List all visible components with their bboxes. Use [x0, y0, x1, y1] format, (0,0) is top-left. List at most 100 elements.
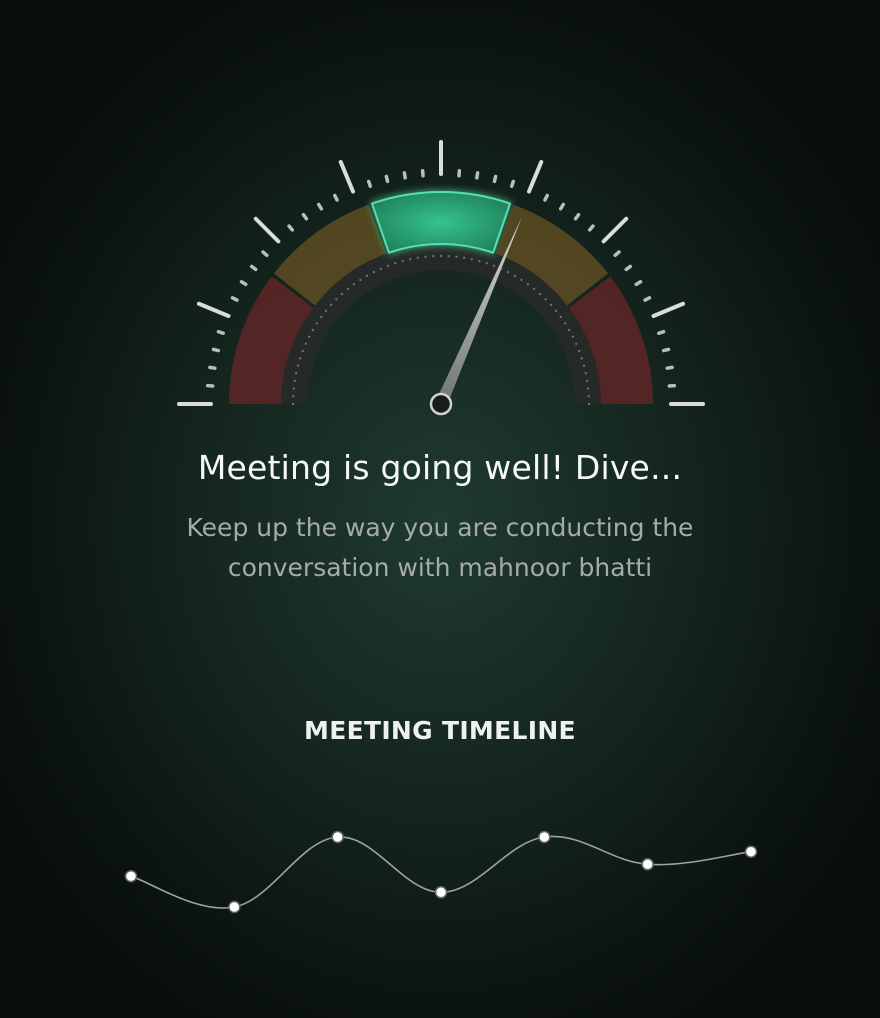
scale-dot [506, 270, 510, 274]
scale-dot [584, 372, 587, 375]
scale-dot [582, 364, 586, 367]
major-tick [651, 301, 686, 318]
minor-tick [230, 296, 239, 302]
minor-tick [634, 279, 643, 287]
scale-dot [455, 255, 458, 259]
scale-dot [301, 349, 305, 353]
scale-dot [365, 274, 369, 278]
scale-dot [520, 278, 523, 282]
scale-dot [513, 274, 517, 278]
minor-tick [208, 365, 217, 370]
minor-tick [301, 212, 309, 221]
scale-dot [492, 264, 496, 268]
minor-tick [587, 224, 595, 232]
scale-dot [296, 364, 300, 367]
scale-dot [478, 259, 481, 263]
scale-dot [311, 328, 315, 332]
scale-dot [379, 267, 383, 270]
status-headline: Meeting is going well! Dive... [197, 448, 683, 487]
scale-dot [567, 328, 571, 332]
needle-hub [429, 392, 453, 416]
scale-dot [340, 292, 344, 296]
timeline-point[interactable] [641, 858, 654, 871]
scale-dot [401, 259, 404, 263]
minor-tick [492, 174, 498, 184]
minor-tick [643, 296, 652, 302]
scale-dot [424, 255, 427, 259]
scale-dot [526, 283, 530, 286]
minor-tick [249, 264, 258, 272]
minor-tick [333, 193, 339, 202]
scale-dot [470, 258, 473, 261]
scale-dot [485, 262, 488, 265]
scale-dot [292, 387, 296, 390]
minor-tick [661, 347, 671, 353]
timeline-point[interactable] [538, 830, 551, 844]
major-tick [527, 159, 544, 194]
scale-dot [585, 379, 589, 383]
scale-dot [544, 298, 547, 301]
scale-dot [352, 283, 356, 286]
scale-dot [587, 395, 590, 398]
scale-dot [416, 256, 420, 260]
minor-tick [366, 179, 372, 188]
scale-dot [359, 278, 362, 282]
minor-tick [402, 171, 407, 180]
minor-tick [316, 202, 324, 211]
scale-dot [329, 303, 333, 307]
minor-tick [216, 329, 225, 335]
scale-dot [386, 264, 390, 268]
scale-dot [291, 402, 295, 406]
scale-dot [432, 255, 435, 258]
gauge-zone-good [370, 191, 512, 254]
major-tick [338, 159, 355, 194]
scale-dot [335, 298, 338, 301]
timeline-point[interactable] [124, 869, 138, 883]
scale-dot [372, 270, 376, 274]
minor-tick [624, 264, 633, 272]
minor-tick [558, 202, 566, 211]
scale-dot [532, 287, 536, 291]
scale-dot [394, 262, 397, 265]
minor-tick [261, 250, 269, 258]
scale-dot [315, 322, 319, 325]
scale-dot [580, 357, 583, 360]
scale-dot [587, 402, 591, 406]
minor-tick [287, 224, 295, 232]
timeline-title: MEETING TIMELINE [304, 716, 576, 745]
minor-tick [613, 250, 621, 258]
scale-dot [462, 256, 466, 260]
major-tick [601, 216, 629, 244]
timeline-point[interactable] [228, 900, 241, 914]
scale-dot [577, 349, 581, 353]
minor-tick [573, 212, 581, 221]
scale-dot [346, 287, 350, 291]
scale-dot [320, 315, 323, 319]
scale-dot [575, 342, 578, 346]
minor-tick [510, 179, 516, 188]
scale-dot [439, 254, 443, 258]
scale-dot [447, 255, 450, 258]
minor-tick [239, 279, 248, 287]
scale-dot [292, 395, 295, 398]
scale-dot [299, 357, 302, 360]
timeline-point[interactable] [331, 830, 344, 844]
minor-tick [384, 174, 390, 184]
meeting-timeline-chart [124, 830, 758, 914]
minor-tick [657, 329, 666, 335]
scale-dot [304, 342, 307, 346]
scale-dot [549, 303, 553, 307]
major-tick [196, 301, 231, 318]
scale-dot [409, 258, 412, 261]
scale-dot [307, 335, 311, 339]
scale-dot [293, 379, 297, 383]
scale-dot [586, 387, 590, 390]
scale-dot [571, 335, 575, 339]
status-message: Keep up the way you are conducting the c… [186, 513, 694, 582]
scale-dot [559, 315, 562, 319]
scale-dot [295, 372, 298, 375]
scale-dot [554, 309, 558, 313]
timeline-point[interactable] [744, 845, 758, 858]
minor-tick [543, 193, 549, 202]
timeline-point[interactable] [434, 886, 448, 899]
